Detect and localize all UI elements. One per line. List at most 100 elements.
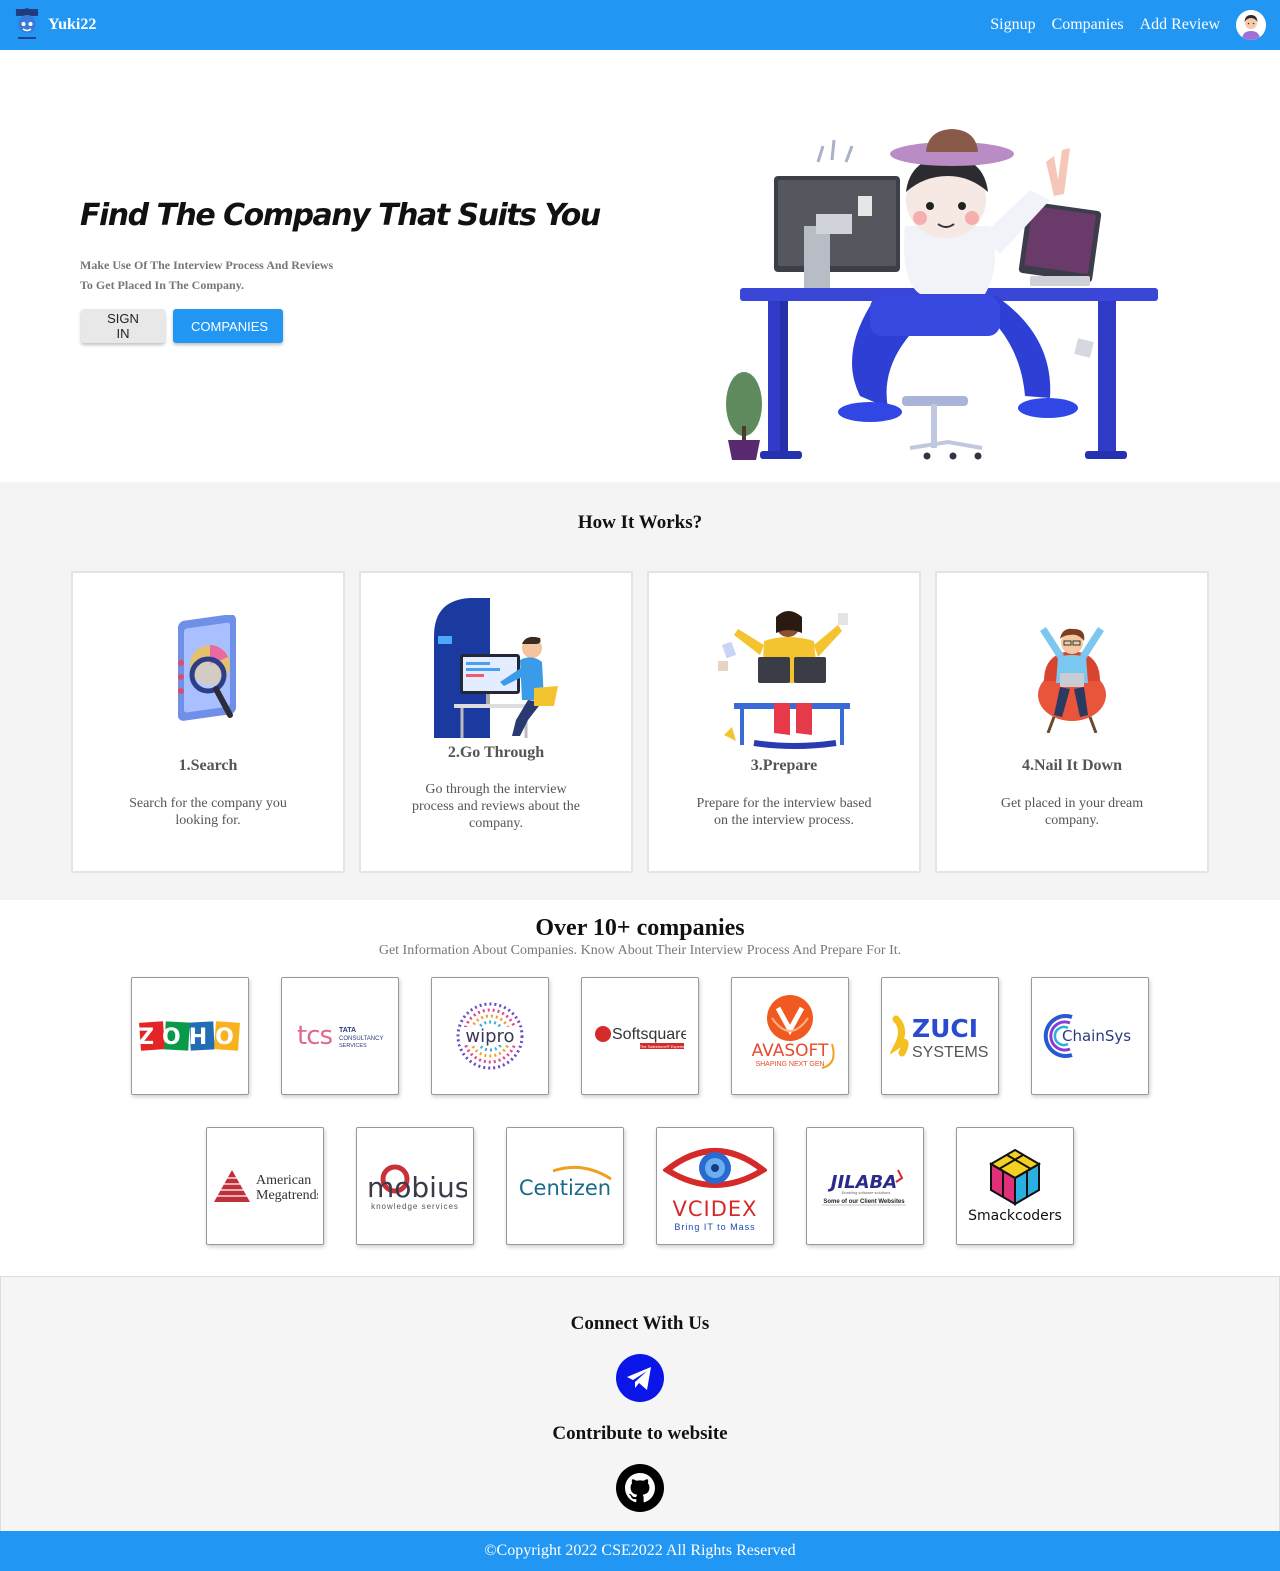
jilaba-logo-icon: JILABA Enabling software solutions Some … [822,1169,906,1206]
centizen-logo-icon: Centizen [519,1165,612,1200]
connect-title: Connect With Us [570,1313,710,1334]
tcs-logo-text: tcs [297,1021,332,1051]
zuci-logo-text: ZUCI [912,1014,978,1043]
nav-link-companies[interactable]: Companies [1052,16,1124,34]
footer: ©Copyright 2022 CSE2022 All Rights Reser… [0,1531,1280,1571]
tcs-logo-sub3: SERVICES [339,1043,367,1049]
company-logo-tcs[interactable]: tcs TATA CONSULTANCY SERVICES [281,977,399,1095]
companies-subtitle: Get Information About Companies. Know Ab… [378,943,902,958]
hero-subtitle-line1: Make Use Of The Interview Process And Re… [80,258,334,272]
company-logo-zuci[interactable]: ZUCI SYSTEMS [881,977,999,1095]
company-logo-mobius[interactable]: mobius knowledge services [356,1127,474,1245]
company-logo-vcidex[interactable]: VCIDEX Bring IT to Mass [656,1127,774,1245]
company-logo-avasoft[interactable]: AVASOFT SHAPING NEXT GEN [731,977,849,1095]
card-illustration-container [73,597,343,757]
smackcoders-logo-icon: Smackcoders [968,1148,1062,1224]
mobius-logo-tagline: knowledge services [371,1202,459,1211]
nav-links: Signup Companies Add Review [990,10,1266,40]
step-description: Go through the interview process and rev… [412,782,580,831]
search-report-icon [178,615,236,721]
vcidex-logo-icon: VCIDEX Bring IT to Mass [663,1148,767,1232]
hero-subtitle-line2: To Get Placed In The Company. [80,278,245,292]
jilaba-logo-subtext: Some of our Client Websites [823,1199,905,1205]
step-card-search: 1.Search Search for the company you look… [71,571,345,873]
nav-link-add-review[interactable]: Add Review [1140,16,1220,34]
card-illustration-container [937,597,1207,757]
american-megatrends-text-1: American [256,1173,311,1188]
chainsys-logo-icon: ChainSys [1043,1014,1131,1058]
github-icon[interactable] [616,1464,664,1512]
step-title: 1.Search [178,757,238,774]
how-it-works-section: How It Works? 1.Search Search for the co… [0,482,1280,900]
company-logo-wipro[interactable]: wipro [431,977,549,1095]
top-navbar: Yuki22 Signup Companies Add Review [0,0,1280,50]
softsquare-logo-tagline: The Salesforce® Experts [640,1044,685,1049]
avasoft-logo-text: AVASOFT [752,1041,829,1061]
hero-buttons: SIGN IN COMPANIES [81,309,640,343]
zuci-logo-icon: ZUCI SYSTEMS [890,1014,988,1061]
step-card-prepare: 3.Prepare Prepare for the interview base… [647,571,921,873]
company-logo-softsquare[interactable]: Softsquare The Salesforce® Experts [581,977,699,1095]
brand-logo-icon [15,8,39,39]
step-card-go-through: 2.Go Through Go through the interview pr… [359,571,633,873]
hero-section: Find The Company That Suits You Make Use… [0,50,1280,482]
busy-desk-icon [718,611,850,749]
companies-section: Over 10+ companies Get Information About… [0,900,1280,1276]
step-title: 4.Nail It Down [1021,757,1122,774]
company-logo-jilaba[interactable]: JILABA Enabling software solutions Some … [806,1127,924,1245]
tcs-logo-icon: tcs TATA CONSULTANCY SERVICES [297,1021,383,1051]
steps-cards: 1.Search Search for the company you look… [71,571,1209,873]
zoho-logo-icon: ZOHO [138,1021,242,1051]
wipro-logo-text: wipro [465,1026,514,1047]
chainsys-logo-text: ChainSys [1062,1027,1131,1045]
jilaba-logo-tagline: Enabling software solutions [842,1190,891,1195]
brand[interactable]: Yuki22 [14,7,96,43]
vcidex-logo-tagline: Bring IT to Mass [674,1222,755,1232]
vcidex-logo-text: VCIDEX [672,1197,757,1221]
step-description: Get placed in your dream company. [1000,796,1144,828]
softsquare-logo-icon: Softsquare The Salesforce® Experts [595,1026,686,1049]
centizen-logo-text: Centizen [519,1176,611,1200]
company-logos-row-2: American Megatrends mobius knowledge ser… [0,1127,1280,1245]
computer-user-icon [434,598,558,738]
step-title: 2.Go Through [447,744,545,761]
company-logo-american-megatrends[interactable]: American Megatrends [206,1127,324,1245]
companies-title: Over 10+ companies [535,915,745,941]
hero-subtitle: Make Use Of The Interview Process And Re… [80,255,380,295]
company-logo-centizen[interactable]: Centizen [506,1127,624,1245]
hero-text: Find The Company That Suits You Make Use… [80,198,640,343]
card-illustration-container [361,595,631,739]
step-description: Prepare for the interview based on the i… [696,796,872,828]
zoho-logo-text: ZOHO [138,1025,242,1050]
sign-in-button[interactable]: SIGN IN [81,309,165,343]
contribute-title: Contribute to website [552,1423,728,1444]
telegram-icon[interactable] [616,1354,664,1402]
step-card-nail-it-down: 4.Nail It Down Get placed in your dream … [935,571,1209,873]
user-avatar-icon[interactable] [1236,10,1266,40]
step-description: Search for the company you looking for. [129,796,287,828]
avasoft-logo-tagline: SHAPING NEXT GEN [755,1061,824,1068]
company-logos-row-1: ZOHO tcs TATA CONSULTANCY SERVICES wipro [0,977,1280,1095]
smackcoders-logo-text: Smackcoders [968,1208,1062,1224]
mobius-logo-text: mobius [367,1171,467,1204]
company-logo-chainsys[interactable]: ChainSys [1031,977,1149,1095]
american-megatrends-logo-icon: American Megatrends [214,1170,318,1203]
avasoft-logo-icon: AVASOFT SHAPING NEXT GEN [752,995,835,1069]
how-it-works-title: How It Works? [577,512,703,533]
card-illustration-container [649,597,919,757]
company-logo-smackcoders[interactable]: Smackcoders [956,1127,1074,1245]
copyright-text: ©Copyright 2022 CSE2022 All Rights Reser… [484,1542,796,1559]
brand-name: Yuki22 [48,16,97,33]
happy-chair-icon [1038,627,1106,733]
company-logo-zoho[interactable]: ZOHO [131,977,249,1095]
nav-link-signup[interactable]: Signup [990,16,1035,34]
companies-button[interactable]: COMPANIES [173,309,283,343]
hero-title: Find The Company That Suits You [80,198,601,233]
connect-section: Connect With Us Contribute to website [0,1276,1280,1531]
softsquare-logo-text: Softsquare [612,1026,686,1043]
tcs-logo-sub1: TATA [339,1027,356,1034]
tcs-logo-sub2: CONSULTANCY [339,1036,383,1042]
wipro-logo-icon: wipro [456,1002,524,1070]
american-megatrends-text-2: Megatrends [256,1188,318,1203]
step-title: 3.Prepare [750,757,818,774]
